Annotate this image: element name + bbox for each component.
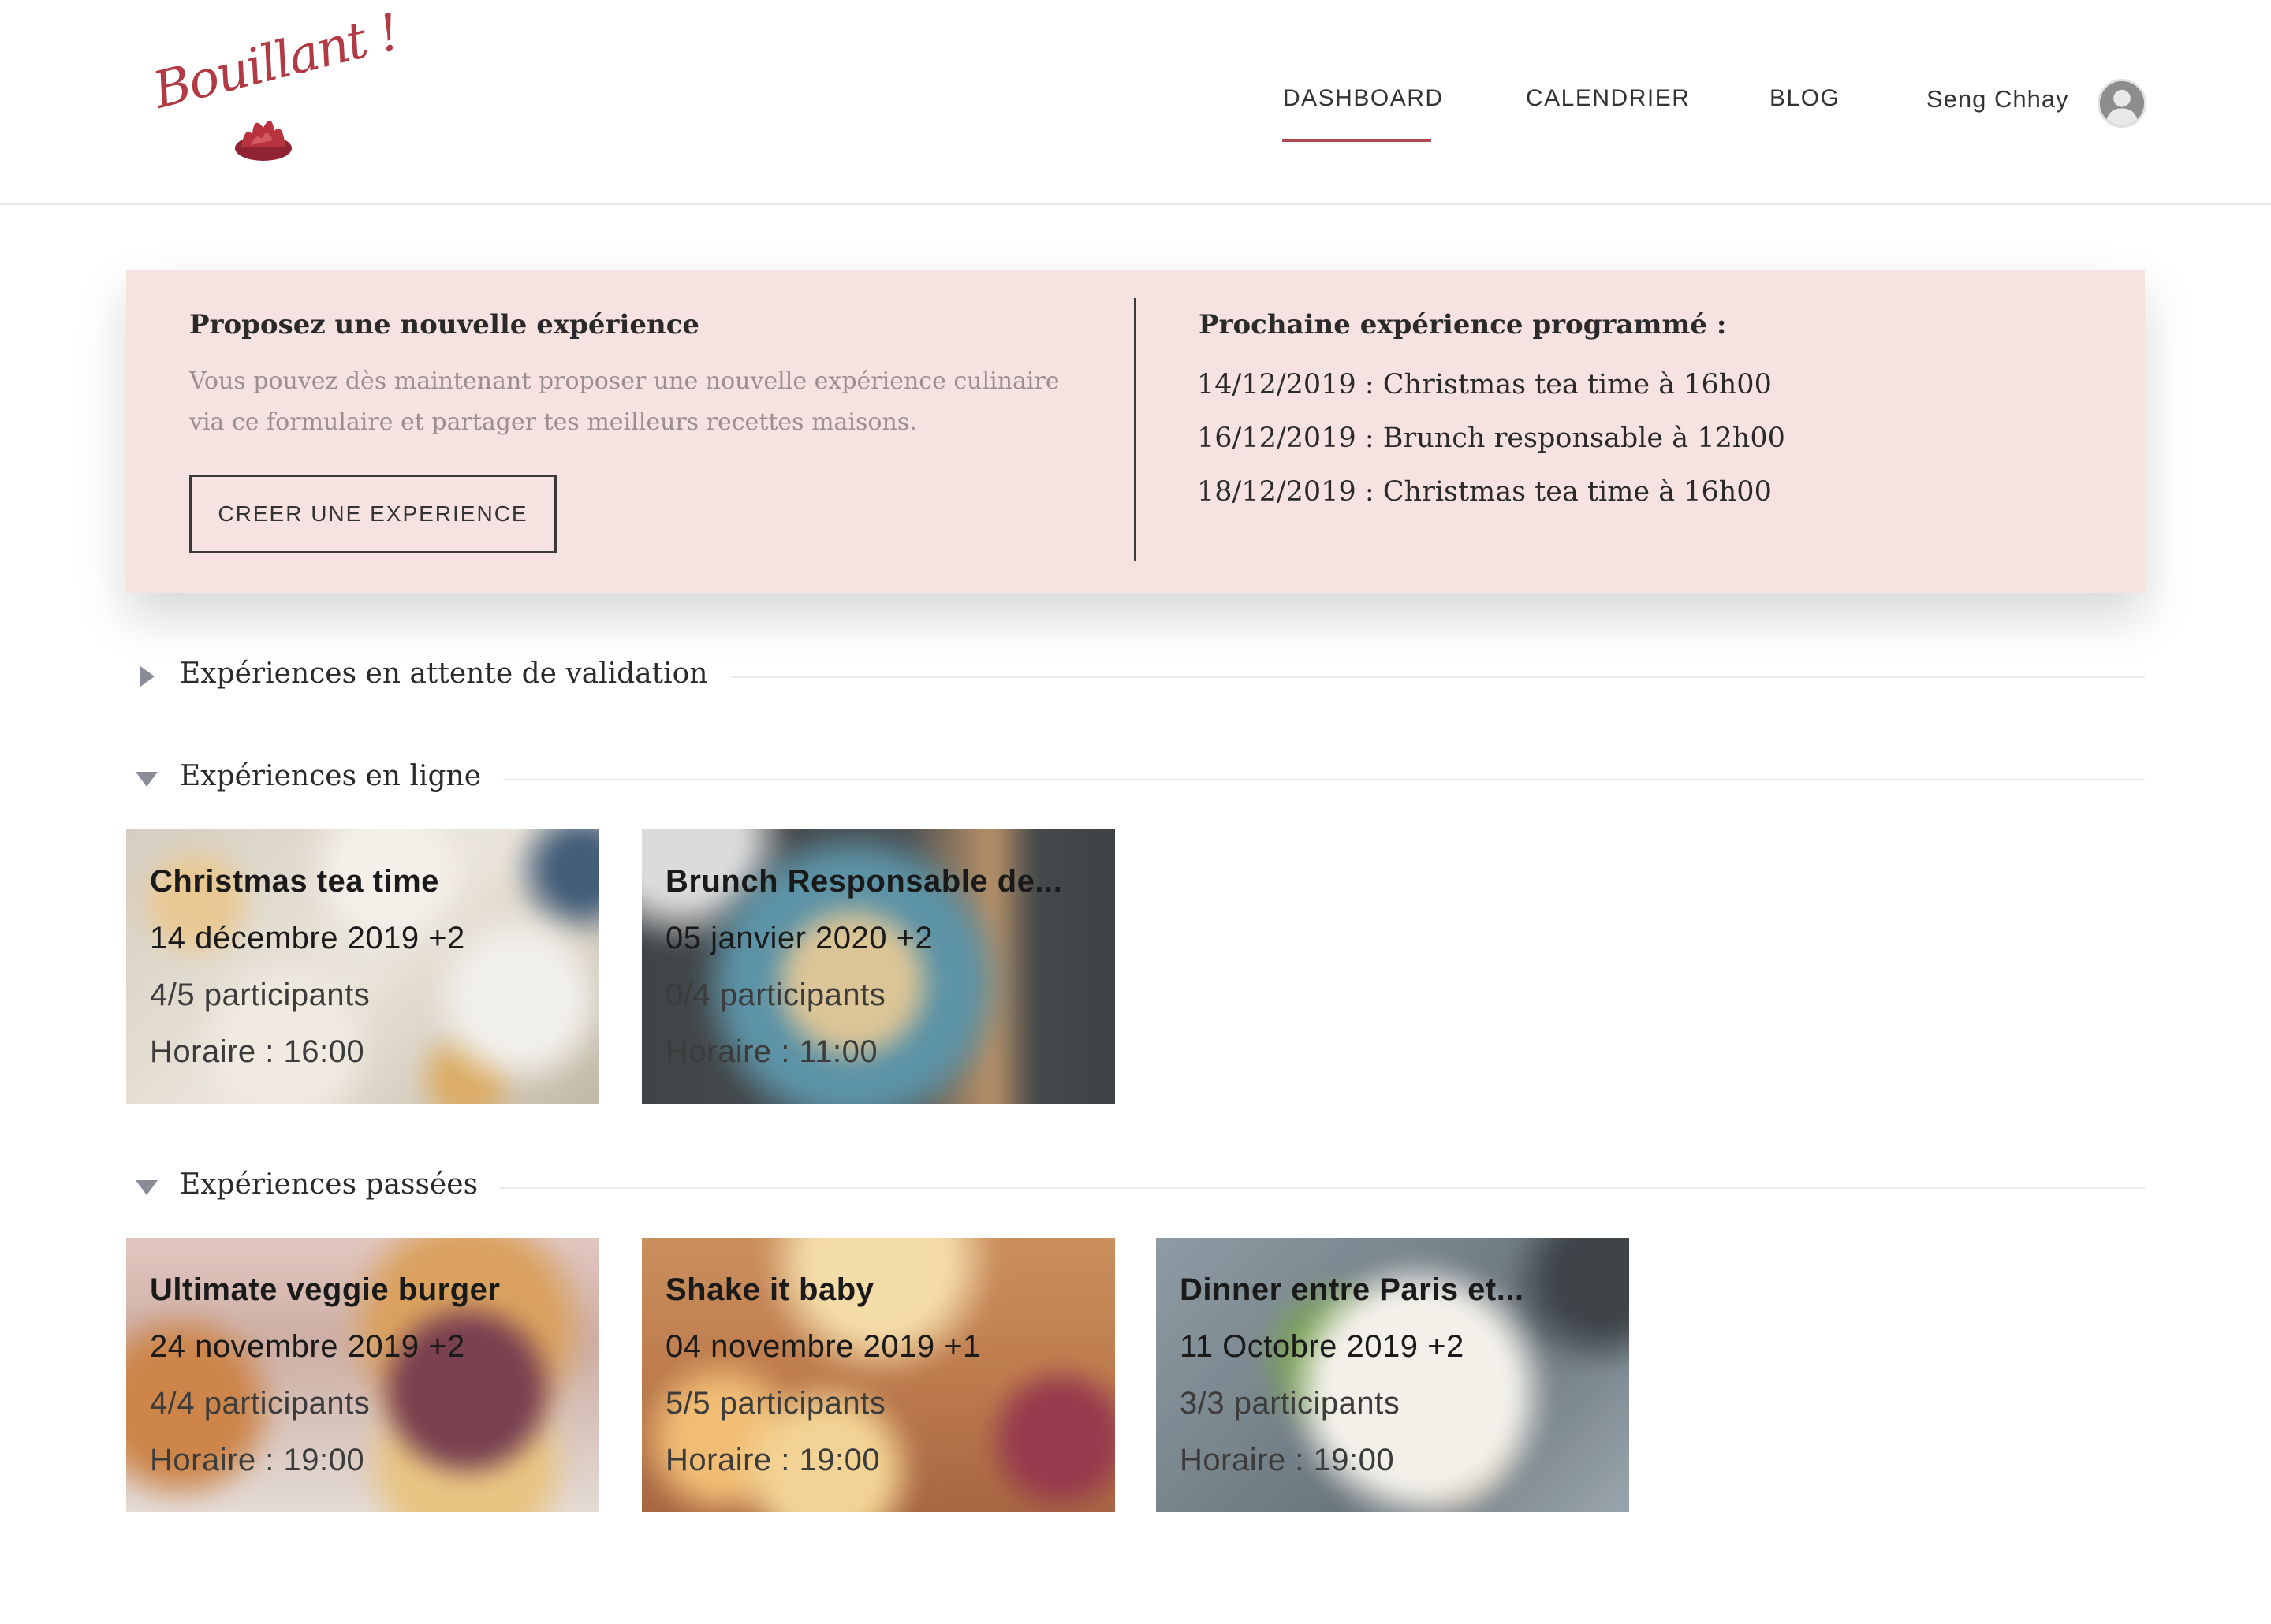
caret-down-icon[interactable]: [134, 1175, 159, 1200]
top-header: Bouillant ! DASHBOARD CALENDRIER BLOG Se…: [0, 0, 2271, 205]
card-date: 14 décembre 2019 +2: [150, 921, 465, 955]
card-participants: 4/4 participants: [150, 1386, 371, 1421]
user-avatar-icon[interactable]: [2098, 79, 2146, 128]
card-date: 24 novembre 2019 +2: [150, 1329, 465, 1364]
card-time: Horaire : 19:00: [666, 1443, 881, 1477]
active-nav-indicator: [1282, 139, 1431, 142]
nav-calendrier[interactable]: CALENDRIER: [1526, 85, 1690, 112]
card-participants: 4/5 participants: [150, 978, 371, 1012]
brand-logo[interactable]: Bouillant !: [147, 3, 405, 173]
flame-icon: [235, 120, 292, 161]
caret-right-icon[interactable]: [134, 664, 159, 689]
section-title-past[interactable]: Expériences passées: [180, 1168, 501, 1201]
card-title: Christmas tea time: [150, 864, 439, 899]
experience-card-shake-it-baby[interactable]: Shake it baby 04 novembre 2019 +1 5/5 pa…: [642, 1238, 1115, 1512]
panel-title: Proposez une nouvelle expérience: [189, 309, 700, 341]
section-title-pending[interactable]: Expériences en attente de validation: [180, 657, 730, 690]
card-title: Brunch Responsable de...: [666, 864, 1063, 899]
section-online[interactable]: Expériences en ligne: [126, 755, 2145, 803]
next-experience-title: Prochaine expérience programmé :: [1199, 309, 1727, 341]
card-participants: 0/4 participants: [666, 978, 886, 1012]
section-past[interactable]: Expériences passées: [126, 1164, 2145, 1211]
scheduled-experience-list: 14/12/2019 : Christmas tea time à 16h00 …: [1197, 358, 1785, 519]
user-name[interactable]: Seng Chhay: [1926, 85, 2069, 114]
caret-down-icon[interactable]: [134, 766, 159, 792]
card-time: Horaire : 16:00: [150, 1034, 365, 1069]
card-title: Ultimate veggie burger: [150, 1272, 501, 1307]
scheduled-experience-item: 16/12/2019 : Brunch responsable à 12h00: [1197, 423, 1785, 454]
create-experience-button[interactable]: CREER UNE EXPERIENCE: [189, 475, 557, 553]
card-time: Horaire : 19:00: [1180, 1443, 1395, 1477]
card-date: 04 novembre 2019 +1: [666, 1329, 981, 1364]
scheduled-experience-item: 14/12/2019 : Christmas tea time à 16h00: [1197, 369, 1772, 400]
card-date: 05 janvier 2020 +2: [666, 921, 934, 955]
logo-wordmark: Bouillant !: [147, 3, 405, 121]
nav-blog[interactable]: BLOG: [1769, 85, 1840, 112]
experience-card-dinner-paris[interactable]: Dinner entre Paris et... 11 Octobre 2019…: [1156, 1238, 1629, 1512]
card-title: Shake it baby: [666, 1272, 874, 1307]
scheduled-experience-item: 18/12/2019 : Christmas tea time à 16h00: [1197, 476, 1772, 508]
card-time: Horaire : 11:00: [666, 1034, 878, 1069]
panel-divider: [1134, 298, 1136, 561]
experience-card-brunch-responsable[interactable]: Brunch Responsable de... 05 janvier 2020…: [642, 829, 1115, 1104]
section-pending[interactable]: Expériences en attente de validation: [126, 653, 2145, 700]
proposal-panel: Proposez une nouvelle expérience Vous po…: [126, 270, 2145, 593]
experience-card-veggie-burger[interactable]: Ultimate veggie burger 24 novembre 2019 …: [126, 1238, 599, 1512]
card-participants: 3/3 participants: [1180, 1386, 1400, 1421]
card-participants: 5/5 participants: [666, 1386, 886, 1421]
card-date: 11 Octobre 2019 +2: [1180, 1329, 1464, 1364]
card-title: Dinner entre Paris et...: [1180, 1272, 1524, 1307]
panel-description: Vous pouvez dès maintenant proposer une …: [189, 367, 1060, 436]
card-time: Horaire : 19:00: [150, 1443, 365, 1477]
experience-card-christmas-tea-time[interactable]: Christmas tea time 14 décembre 2019 +2 4…: [126, 829, 599, 1104]
nav-dashboard[interactable]: DASHBOARD: [1283, 85, 1444, 112]
section-title-online[interactable]: Expériences en ligne: [180, 760, 504, 792]
